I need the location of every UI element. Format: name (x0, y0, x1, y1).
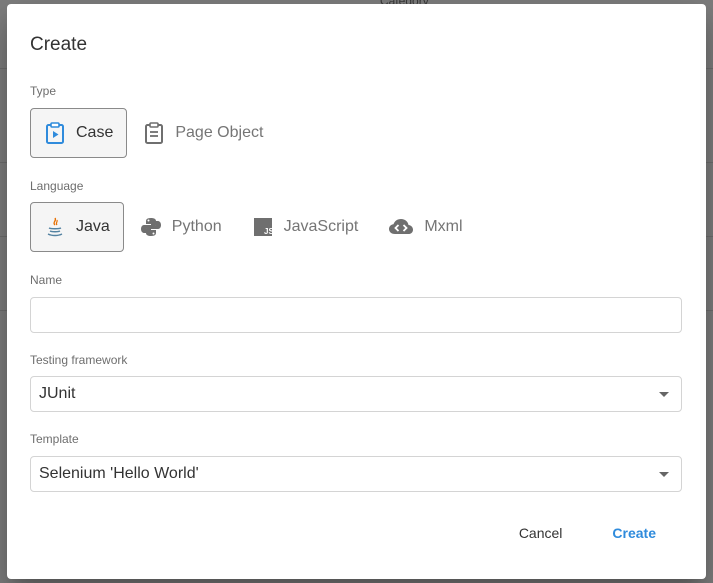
language-option-label: Java (76, 218, 110, 235)
python-icon (140, 216, 162, 238)
language-label: Language (30, 179, 84, 193)
java-icon (44, 216, 66, 238)
language-option-label: JavaScript (283, 218, 359, 235)
name-label: Name (30, 273, 63, 287)
type-label: Type (30, 84, 57, 98)
language-option-label: Mxml (424, 218, 463, 235)
type-option-label: Case (76, 124, 114, 141)
cancel-button[interactable]: Cancel (509, 525, 573, 541)
create-dialog: Create Type Case Page Object Language Ja… (7, 4, 706, 579)
framework-label: Testing framework (30, 353, 128, 367)
clipboard-play-icon (44, 122, 66, 144)
template-value: Selenium 'Hello World' (39, 465, 199, 482)
template-select[interactable]: Selenium 'Hello World' (30, 456, 682, 492)
dialog-title: Create (30, 34, 88, 55)
type-options: Case Page Object (30, 108, 279, 158)
name-field-wrapper (30, 297, 682, 333)
javascript-icon: JS (252, 216, 274, 238)
svg-text:JS: JS (264, 227, 273, 236)
create-button[interactable]: Create (602, 525, 666, 541)
type-option-label: Page Object (175, 124, 264, 141)
name-input[interactable] (31, 298, 681, 332)
language-option-label: Python (171, 218, 222, 235)
language-option-python[interactable]: Python (126, 202, 236, 252)
type-option-page-object[interactable]: Page Object (129, 108, 277, 158)
chevron-down-icon (659, 392, 669, 397)
clipboard-list-icon (143, 122, 165, 144)
language-option-mxml[interactable]: Mxml (374, 202, 476, 252)
chevron-down-icon (659, 472, 669, 477)
dialog-actions: Cancel Create (509, 525, 666, 541)
language-options: Java Python JS JavaScript Mxml (30, 202, 479, 252)
template-label: Template (30, 432, 79, 446)
language-option-java[interactable]: Java (30, 202, 124, 252)
framework-select[interactable]: JUnit (30, 376, 682, 412)
language-option-javascript[interactable]: JS JavaScript (238, 202, 373, 252)
type-option-case[interactable]: Case (30, 108, 128, 158)
framework-value: JUnit (39, 385, 76, 402)
cloud-code-icon (388, 216, 414, 238)
